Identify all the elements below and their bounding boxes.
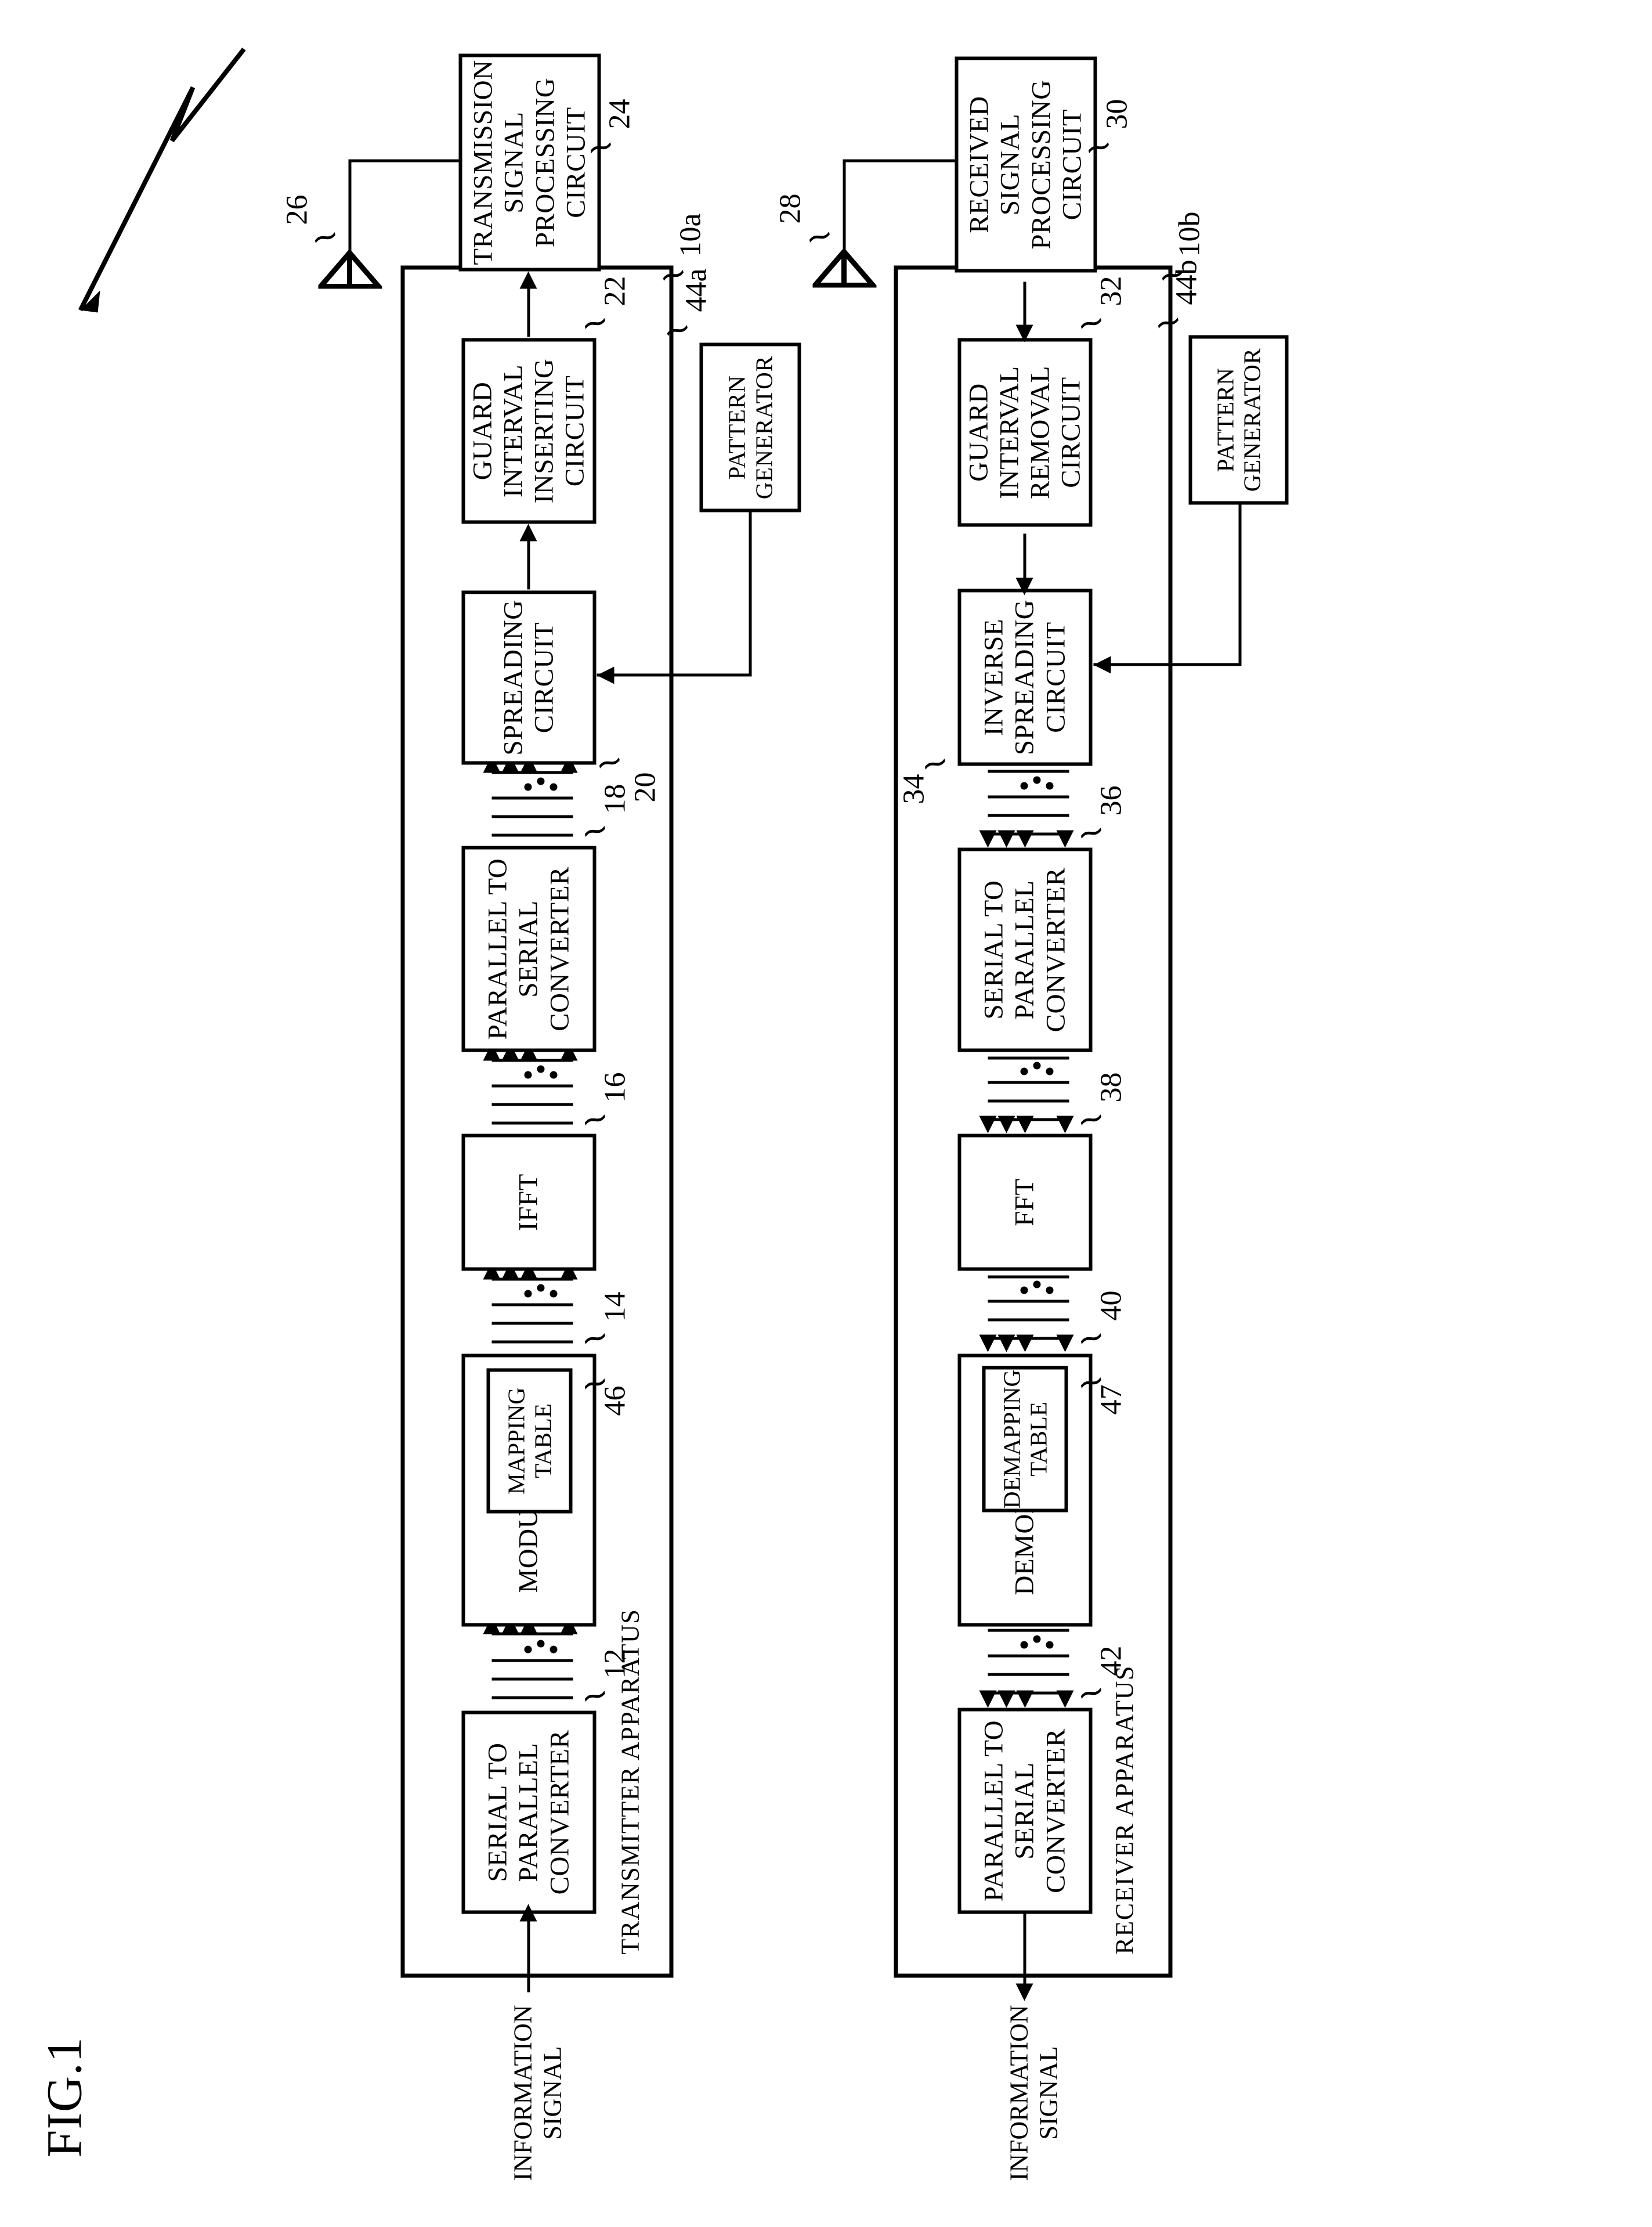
bus-tx-14-to-16 — [461, 1273, 596, 1349]
bus-tx-18-to-20 — [461, 767, 596, 842]
ref-leader-22: ∼ — [576, 301, 613, 345]
ref-28: 28 — [773, 193, 807, 223]
ref-34: 34 — [897, 774, 930, 804]
ref-46: 46 — [598, 1385, 631, 1416]
ref-32: 32 — [1094, 276, 1127, 306]
ref-10b: 10b — [1173, 211, 1206, 257]
ref-leader-28: ∼ — [800, 214, 838, 258]
receiver-apparatus-title: RECEIVER APPARATUS — [1110, 1665, 1138, 1955]
block-transmission-signal-processing-circuit: TRANSMISSION SIGNAL PROCESSING CIRCUIT — [458, 53, 601, 271]
rx-output-label-line1: INFORMATION — [1004, 2004, 1033, 2181]
antenna-26-lead-v — [348, 159, 461, 162]
antenna-28-lead-v — [843, 159, 956, 162]
ref-leader-14: ∼ — [576, 1316, 613, 1360]
ref-42: 42 — [1094, 1645, 1127, 1676]
ref-leader-32: ∼ — [1072, 301, 1109, 345]
ref-22: 22 — [598, 276, 631, 306]
radio-link-arrow — [70, 42, 261, 315]
bus-tx-12-to-14 — [461, 1628, 596, 1705]
block-serial-to-parallel-converter-tx: SERIAL TO PARALLEL CONVERTER — [461, 1710, 596, 1914]
ref-47: 47 — [1094, 1384, 1127, 1414]
block-mapping-table: MAPPING TABLE — [486, 1368, 572, 1513]
ref-leader-20: ∼ — [590, 740, 628, 784]
ref-leader-34: ∼ — [916, 741, 953, 785]
block-parallel-to-serial-converter-rx: PARALLEL TO SERIAL CONVERTER — [957, 1708, 1092, 1914]
block-spreading-circuit: SPREADING CIRCUIT — [461, 590, 596, 764]
ref-24: 24 — [603, 99, 636, 129]
link-tx-input — [527, 1911, 530, 1992]
block-ifft: IFFT — [461, 1134, 596, 1270]
block-inverse-spreading-circuit: INVERSE SPREADING CIRCUIT — [957, 589, 1092, 766]
block-parallel-to-serial-converter-tx: PARALLEL TO SERIAL CONVERTER — [461, 846, 596, 1052]
ref-36: 36 — [1094, 785, 1127, 815]
tx-input-label: INFORMATION SIGNAL — [508, 2005, 567, 2181]
ref-leader-36: ∼ — [1072, 810, 1109, 854]
block-demapping-table: DEMAPPING TABLE — [982, 1366, 1068, 1512]
block-pattern-generator-tx: PATTERN GENERATOR — [699, 342, 801, 512]
ref-38: 38 — [1094, 1072, 1127, 1102]
block-guard-interval-removal-circuit: GUARD INTERVAL REMOVAL CIRCUIT — [957, 338, 1092, 526]
ref-26: 26 — [280, 194, 313, 225]
link-44a-up — [597, 673, 750, 676]
ref-30: 30 — [1100, 99, 1133, 129]
ref-leader-16: ∼ — [576, 1097, 613, 1141]
ref-leader-38: ∼ — [1072, 1097, 1109, 1141]
link-44b-left — [1238, 502, 1241, 666]
ref-16: 16 — [598, 1072, 631, 1102]
ref-leader-30: ∼ — [1079, 125, 1117, 169]
bus-tx-16-to-18 — [461, 1055, 596, 1130]
block-guard-interval-inserting-circuit: GUARD INTERVAL INSERTING CIRCUIT — [461, 338, 596, 524]
link-tx-20-to-22 — [527, 538, 530, 589]
link-44b-up — [1093, 663, 1240, 666]
figure-label: FIG.1 — [36, 2036, 92, 2157]
tx-input-label-line2: SIGNAL — [538, 2045, 567, 2140]
patent-figure-sheet: FIG.1 TRANSMITTER APPARATUS ∼ 10a SERIAL… — [0, 0, 1652, 2227]
ref-leader-24: ∼ — [581, 125, 619, 169]
tx-input-label-line1: INFORMATION — [508, 2004, 537, 2181]
block-pattern-generator-rx: PATTERN GENERATOR — [1188, 335, 1288, 504]
ref-leader-42: ∼ — [1072, 1670, 1109, 1715]
link-rx-32-to-34 — [1023, 533, 1026, 584]
antenna-26-lead-h — [348, 160, 351, 255]
link-tx-22-to-24 — [527, 284, 530, 337]
link-44a-left — [749, 511, 751, 676]
ref-44b: 44b — [1170, 259, 1203, 305]
ref-44a: 44a — [679, 268, 713, 312]
ref-40: 40 — [1094, 1290, 1127, 1320]
block-received-signal-processing-circuit: RECEIVED SIGNAL PROCESSING CIRCUIT — [955, 56, 1097, 272]
ref-14: 14 — [598, 1291, 631, 1322]
ref-leader-44a: ∼ — [658, 308, 696, 352]
ref-12: 12 — [598, 1648, 631, 1679]
block-fft: FFT — [957, 1134, 1092, 1270]
link-rx-output — [1023, 1911, 1026, 1992]
ref-20: 20 — [628, 772, 661, 802]
antenna-28-lead-h — [843, 160, 845, 254]
ref-leader-44b: ∼ — [1149, 300, 1187, 344]
ref-leader-12: ∼ — [576, 1673, 613, 1717]
rx-output-label: INFORMATION SIGNAL — [1004, 2005, 1063, 2181]
ref-10a: 10a — [674, 212, 707, 257]
ref-leader-18: ∼ — [576, 808, 613, 853]
rx-output-label-line2: SIGNAL — [1034, 2045, 1063, 2140]
ref-18: 18 — [598, 784, 631, 814]
block-serial-to-parallel-converter-rx: SERIAL TO PARALLEL CONVERTER — [957, 847, 1092, 1052]
ref-leader-40: ∼ — [1072, 1316, 1109, 1360]
ref-leader-26: ∼ — [306, 215, 344, 259]
